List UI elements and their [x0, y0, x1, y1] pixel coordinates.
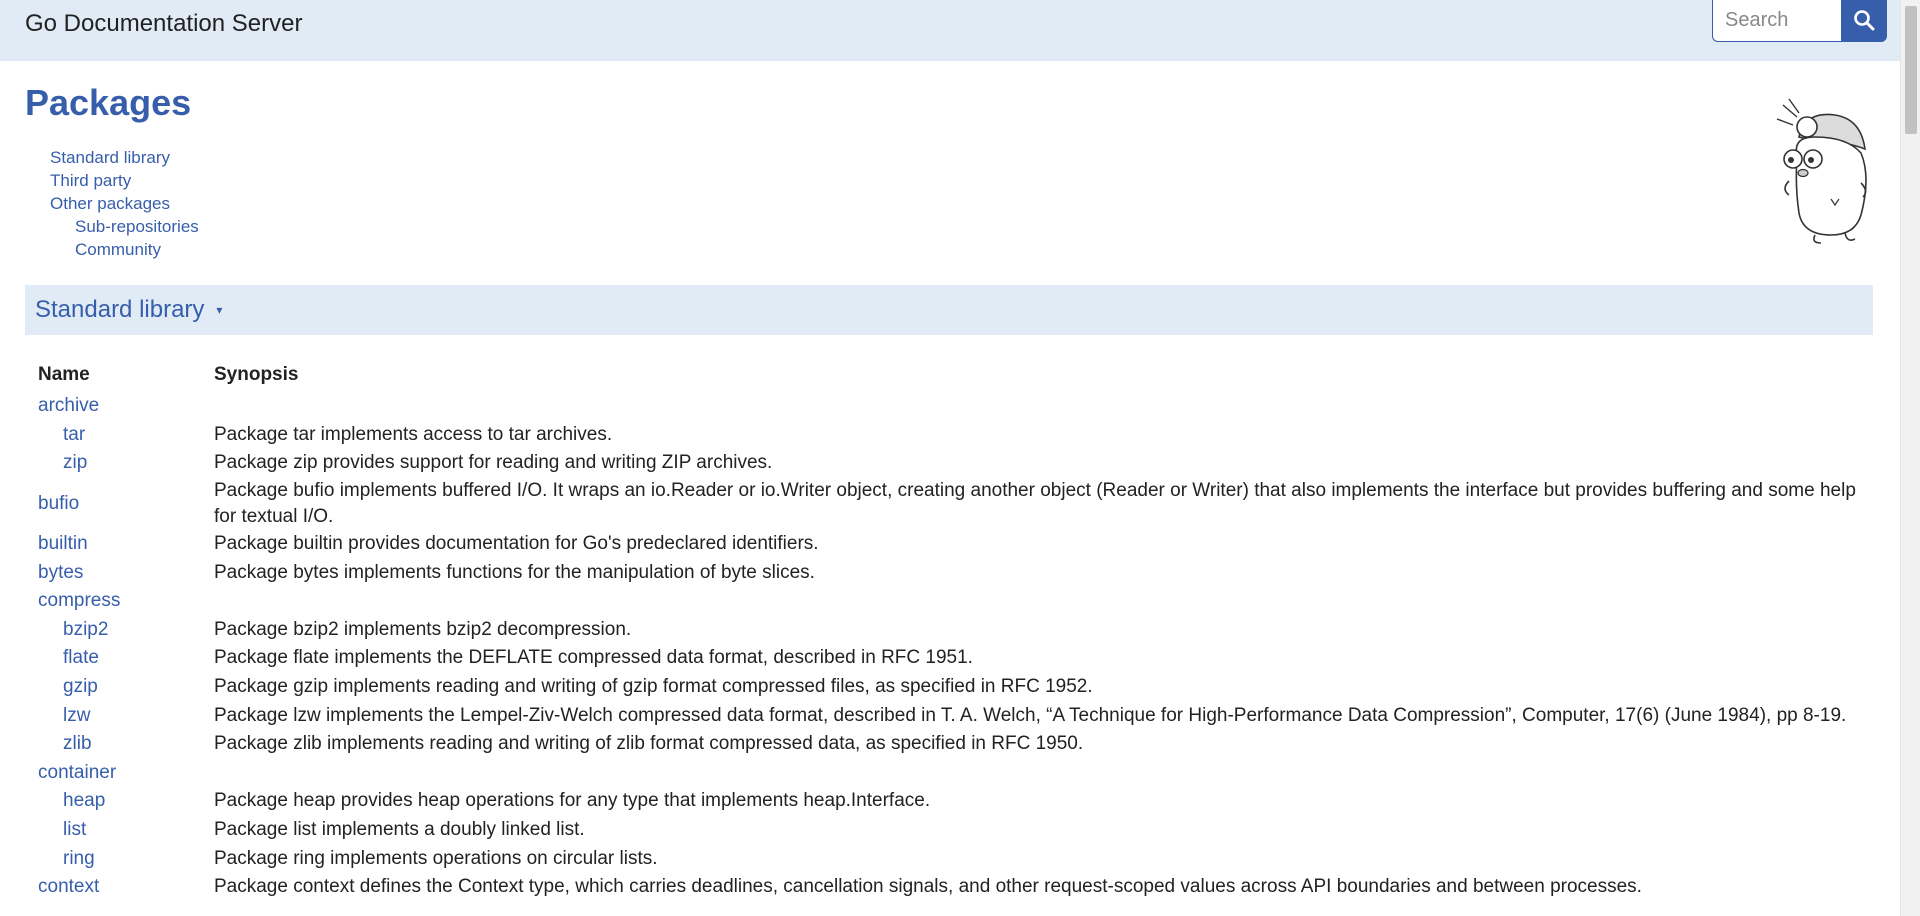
packages-table: Name Synopsis archive tar Package tar impl… — [38, 358, 1868, 902]
package-synopsis: Package ring implements operations on ci… — [214, 847, 658, 869]
table-row: zlib Package zlib implements reading and … — [38, 730, 1868, 759]
toc-third-party[interactable]: Third party — [50, 169, 199, 192]
table-row: context Package context defines the Conte… — [38, 873, 1868, 902]
package-link[interactable]: context — [38, 876, 99, 897]
package-name-cell: bufio — [38, 478, 214, 530]
table-row: lzw Package lzw implements the Lempel-Ziv… — [38, 701, 1868, 730]
package-synopsis: Package builtin provides documentation f… — [214, 533, 819, 555]
table-row: compress — [38, 587, 1868, 616]
package-synopsis — [214, 392, 1868, 421]
package-name-cell: zip — [38, 449, 214, 478]
package-link[interactable]: zip — [38, 452, 87, 473]
table-row: zip Package zip provides support for read… — [38, 449, 1868, 478]
package-name-cell: context — [38, 873, 214, 902]
page-title: Packages — [25, 82, 192, 123]
section-title-text: Standard library — [35, 296, 205, 323]
table-row: ring Package ring implements operations o… — [38, 844, 1868, 873]
package-link[interactable]: bzip2 — [38, 619, 108, 640]
package-name-cell: heap — [38, 787, 214, 816]
table-row: tar Package tar implements access to tar … — [38, 421, 1868, 450]
package-synopsis — [214, 587, 1868, 616]
package-name-cell: lzw — [38, 701, 214, 730]
package-synopsis: Package bufio implements buffered I/O. I… — [214, 479, 1856, 527]
package-name-cell: bytes — [38, 558, 214, 587]
package-link[interactable]: tar — [38, 424, 85, 445]
package-synopsis: Package gzip implements reading and writ… — [214, 676, 1093, 698]
package-link[interactable]: compress — [38, 590, 120, 611]
top-bar: Go Documentation Server — [0, 0, 1900, 61]
table-row: builtin Package builtin provides document… — [38, 530, 1868, 559]
table-row: bufio Package bufio implements buffered I… — [38, 478, 1868, 530]
table-row: flate Package flate implements the DEFLAT… — [38, 644, 1868, 673]
package-name-cell: builtin — [38, 530, 214, 559]
package-synopsis: Package zlib implements reading and writ… — [214, 733, 1084, 755]
package-link[interactable]: bufio — [38, 493, 79, 514]
package-synopsis: Package flate implements the DEFLATE com… — [214, 647, 973, 669]
packages-table-body: archive tar Package tar implements access … — [38, 392, 1868, 902]
package-name-cell: container — [38, 759, 214, 788]
table-row: bytes Package bytes implements functions … — [38, 558, 1868, 587]
package-name-cell: archive — [38, 392, 214, 421]
package-synopsis: Package bytes implements functions for t… — [214, 561, 815, 583]
table-row: bzip2 Package bzip2 implements bzip2 deco… — [38, 616, 1868, 645]
table-row: heap Package heap provides heap operation… — [38, 787, 1868, 816]
scrollbar-thumb[interactable] — [1905, 6, 1917, 134]
package-link[interactable]: bytes — [38, 562, 83, 583]
table-row: list Package list implements a doubly lin… — [38, 816, 1868, 845]
package-synopsis: Package tar implements access to tar arc… — [214, 423, 613, 445]
package-link[interactable]: archive — [38, 395, 99, 416]
package-synopsis: Package zip provides support for reading… — [214, 452, 773, 474]
search-form — [1712, 0, 1887, 42]
package-link[interactable]: gzip — [38, 676, 98, 697]
package-synopsis — [214, 759, 1868, 788]
caret-down-icon: ▾ — [216, 303, 223, 317]
package-link[interactable]: builtin — [38, 533, 88, 554]
package-link[interactable]: flate — [38, 647, 99, 668]
package-synopsis: Package list implements a doubly linked … — [214, 819, 585, 841]
vertical-scrollbar[interactable] — [1900, 0, 1920, 916]
package-synopsis: Package heap provides heap operations fo… — [214, 790, 931, 812]
table-row: gzip Package gzip implements reading and … — [38, 673, 1868, 702]
package-link[interactable]: container — [38, 762, 116, 783]
package-synopsis: Package bzip2 implements bzip2 decompres… — [214, 618, 632, 640]
section-title[interactable]: Standard library ▾ — [35, 296, 222, 324]
package-link[interactable]: ring — [38, 848, 95, 869]
package-name-cell: zlib — [38, 730, 214, 759]
column-header-synopsis: Synopsis — [214, 364, 299, 385]
table-row: archive — [38, 392, 1868, 421]
package-name-cell: list — [38, 816, 214, 845]
search-button[interactable] — [1841, 0, 1887, 42]
search-icon — [1854, 10, 1875, 31]
toc-community[interactable]: Community — [50, 238, 199, 261]
package-name-cell: tar — [38, 421, 214, 450]
package-name-cell: compress — [38, 587, 214, 616]
search-input[interactable] — [1712, 0, 1841, 42]
package-synopsis: Package lzw implements the Lempel-Ziv-We… — [214, 704, 1847, 726]
package-name-cell: gzip — [38, 673, 214, 702]
section-header-standard-library[interactable]: Standard library ▾ — [25, 285, 1873, 335]
toc-standard-library[interactable]: Standard library — [50, 146, 199, 169]
package-name-cell: flate — [38, 644, 214, 673]
package-link[interactable]: zlib — [38, 733, 92, 754]
package-link[interactable]: lzw — [38, 705, 90, 726]
gopher-logo — [1776, 98, 1867, 244]
table-of-contents: Standard library Third party Other packa… — [50, 146, 199, 261]
table-row: container — [38, 759, 1868, 788]
column-header-name: Name — [38, 364, 90, 385]
package-name-cell: ring — [38, 844, 214, 873]
package-link[interactable]: list — [38, 819, 86, 840]
toc-sub-repositories[interactable]: Sub-repositories — [50, 215, 199, 238]
package-name-cell: bzip2 — [38, 616, 214, 645]
toc-other-packages[interactable]: Other packages — [50, 192, 199, 215]
package-link[interactable]: heap — [38, 790, 105, 811]
package-synopsis: Package context defines the Context type… — [214, 876, 1642, 898]
site-title-link[interactable]: Go Documentation Server — [25, 10, 302, 38]
